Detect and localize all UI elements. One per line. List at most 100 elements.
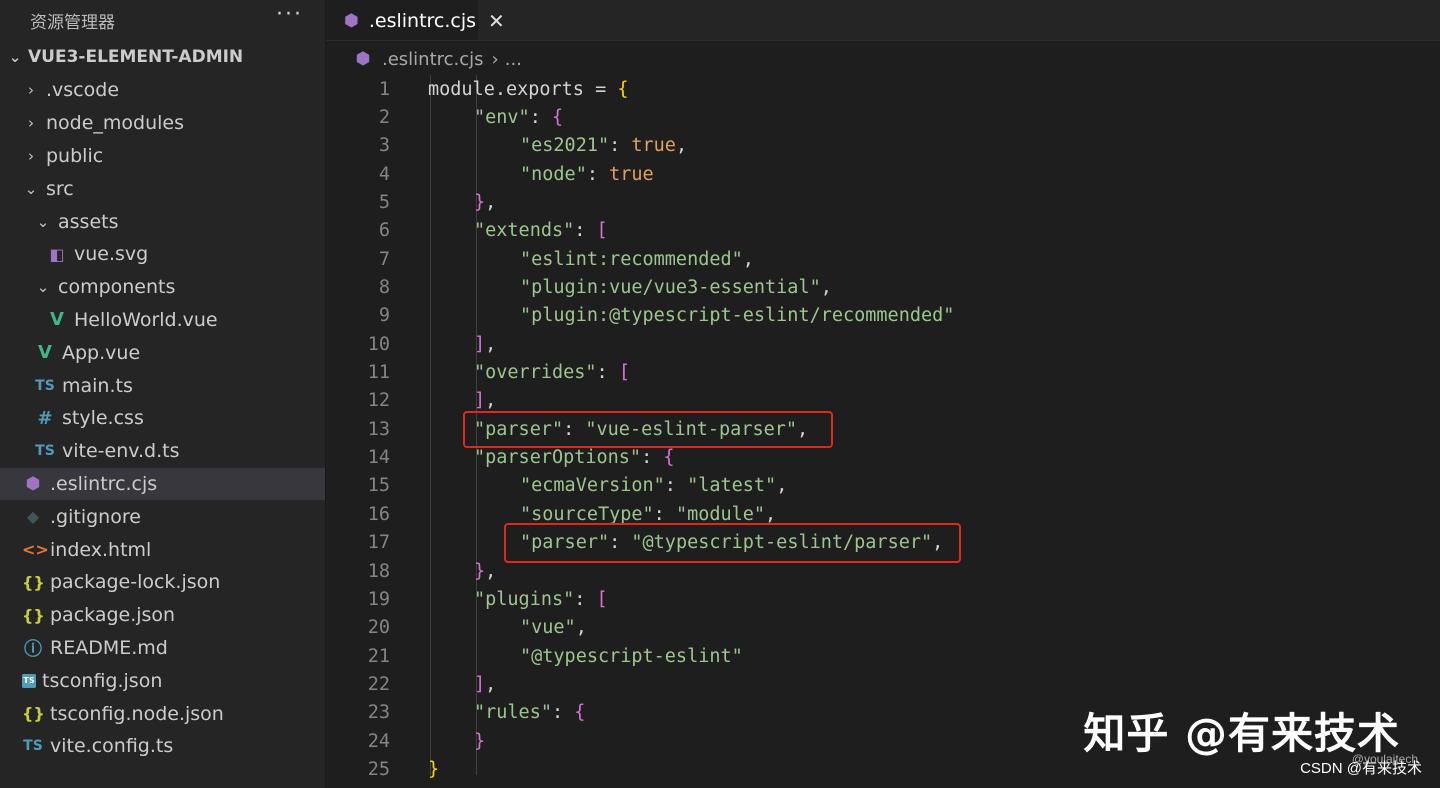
code-token: "@typescript-eslint" (520, 645, 743, 667)
close-icon[interactable]: ✕ (488, 9, 505, 33)
project-root[interactable]: ⌄ VUE3-ELEMENT-ADMIN (0, 40, 325, 74)
code-token: : (641, 447, 664, 469)
tree-item[interactable]: <> index.html (0, 533, 325, 566)
vue-icon: V (38, 342, 52, 364)
code-line: 19 "plugins": [ (326, 585, 1440, 613)
code-token: } (428, 758, 440, 780)
tree-item[interactable]: › .vscode (0, 74, 325, 107)
code-token: { (551, 107, 564, 129)
code-token: : (551, 702, 575, 724)
tree-item[interactable]: V HelloWorld.vue (0, 304, 325, 337)
line-content: "plugin:vue/vue3-essential", (428, 277, 832, 298)
chevron-down-icon: ⌄ (24, 179, 38, 198)
line-number: 16 (367, 503, 390, 525)
project-name: VUE3-ELEMENT-ADMIN (28, 47, 244, 67)
svg-icon: ◧ (49, 244, 65, 264)
tree-item[interactable]: TS main.ts (0, 369, 325, 402)
line-number: 22 (367, 673, 390, 695)
css-icon: # (37, 407, 53, 429)
code-token: : (653, 503, 676, 525)
code-token: "parserOptions" (474, 447, 642, 469)
tsconfig-icon: TS (22, 673, 36, 688)
line-content: "parserOptions": { (428, 447, 675, 468)
tree-item[interactable]: TS tsconfig.json (0, 664, 325, 697)
breadcrumb-file[interactable]: .eslintrc.cjs (382, 49, 484, 70)
chevron-down-icon: ⌄ (36, 212, 50, 231)
code-token: "plugins" (474, 588, 575, 610)
code-token: module.exports = (428, 78, 618, 100)
code-token: , (675, 135, 688, 157)
code-token: , (485, 192, 497, 214)
line-content: "plugin:@typescript-eslint/recommended" (428, 305, 954, 326)
line-number: 2 (378, 107, 390, 129)
tree-item[interactable]: ⌄ assets (0, 205, 325, 238)
explorer-sidebar: 资源管理器 ··· ⌄ VUE3-ELEMENT-ADMIN › .vscode ›… (0, 0, 326, 788)
tree-item[interactable]: › public (0, 140, 325, 173)
code-line: 11 "overrides": [ (326, 358, 1440, 386)
line-content: "extends": [ (428, 220, 608, 241)
code-token: [ (596, 588, 608, 610)
code-token: [ (618, 362, 630, 384)
line-content: } (428, 759, 439, 780)
tree-item[interactable]: ⬢ .eslintrc.cjs (0, 467, 325, 501)
line-content: "es2021": true, (428, 135, 687, 156)
code-token: "rules" (474, 702, 552, 724)
line-content: "node": true (428, 164, 654, 185)
line-number: 3 (378, 135, 390, 157)
editor-area: ⬢ .eslintrc.cjs ✕ ⬢ .eslintrc.cjs › ... … (326, 0, 1440, 788)
tree-item[interactable]: V App.vue (0, 336, 325, 369)
breadcrumb-more[interactable]: ... (505, 49, 522, 70)
line-content: "env": { (428, 107, 563, 128)
code-token: true (609, 163, 654, 185)
breadcrumb: ⬢ .eslintrc.cjs › ... (326, 41, 1440, 77)
tree-item[interactable]: ⓘ README.md (0, 632, 325, 665)
line-content: "@typescript-eslint" (428, 646, 743, 667)
code-line: 3 "es2021": true, (326, 132, 1440, 160)
breadcrumb-separator: › (491, 48, 499, 70)
tree-item[interactable]: {} tsconfig.node.json (0, 697, 325, 730)
code-token: ] (474, 673, 486, 695)
tree-item-label: .vscode (46, 79, 120, 102)
line-content: "plugins": [ (428, 589, 608, 610)
tree-item[interactable]: TS vite-env.d.ts (0, 435, 325, 468)
line-content: }, (428, 192, 496, 213)
tree-item[interactable]: # style.css (0, 402, 325, 435)
line-number: 23 (367, 702, 390, 724)
json-icon: {} (22, 704, 45, 724)
file-tree: › .vscode › node_modules › public ⌄ src ⌄ assets ◧… (0, 74, 325, 763)
tab-eslintrc[interactable]: ⬢ .eslintrc.cjs ✕ (326, 0, 505, 40)
line-content: module.exports = { (428, 79, 629, 100)
tree-item[interactable]: {} package.json (0, 599, 325, 632)
git-icon: ◆ (26, 507, 40, 527)
tree-item[interactable]: {} package-lock.json (0, 566, 325, 599)
code-token: } (474, 192, 486, 214)
code-line: 2 "env": { (326, 103, 1440, 131)
code-token: : (574, 220, 597, 242)
highlight-box-ts-parser (504, 523, 961, 563)
tree-item-label: public (46, 144, 104, 167)
line-number: 13 (367, 418, 390, 440)
tree-item[interactable]: ⌄ components (0, 271, 325, 304)
code-line: 20 "vue", (326, 614, 1440, 642)
more-actions-icon[interactable]: ··· (276, 4, 303, 26)
tree-item[interactable]: › node_modules (0, 107, 325, 140)
code-token: true (631, 135, 676, 157)
line-number: 17 (367, 532, 390, 554)
line-number: 18 (367, 560, 390, 582)
code-token: "vue" (520, 617, 576, 639)
code-token: : (529, 107, 552, 129)
code-token: [ (596, 220, 608, 242)
code-token: ] (474, 390, 486, 412)
tree-item-label: src (46, 177, 74, 200)
tree-item[interactable]: ◆ .gitignore (0, 500, 325, 533)
line-content: "overrides": [ (428, 362, 630, 383)
code-token: : (596, 362, 619, 384)
tree-item[interactable]: TS vite.config.ts (0, 730, 325, 763)
tree-item-label: README.md (50, 636, 168, 659)
json-icon: {} (22, 572, 45, 592)
chevron-down-icon: ⌄ (8, 48, 22, 66)
code-token: "plugin:@typescript-eslint/recommended" (520, 305, 955, 327)
tree-item[interactable]: ⌄ src (0, 172, 325, 205)
line-number: 4 (378, 163, 390, 185)
tree-item[interactable]: ◧ vue.svg (0, 238, 325, 271)
